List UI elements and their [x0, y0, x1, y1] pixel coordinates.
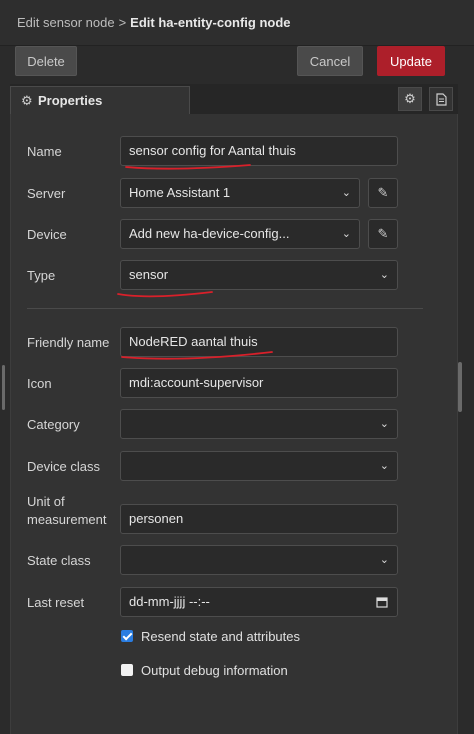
server-select[interactable]: Home Assistant 1 ⌄ [120, 178, 360, 208]
settings-tab-button[interactable]: ⚙ [398, 87, 422, 111]
type-label: Type [27, 268, 56, 283]
chevron-down-icon: ⌄ [341, 187, 351, 199]
server-label: Server [27, 186, 66, 201]
tab-properties-label: Properties [38, 93, 103, 108]
state-class-select[interactable]: ⌄ [120, 545, 398, 575]
last-reset-placeholder: dd-mm-jjjj --:-- [129, 594, 210, 609]
resend-state-checkbox[interactable] [121, 630, 133, 642]
last-reset-label: Last reset [27, 595, 85, 610]
resend-state-label: Resend state and attributes [141, 629, 300, 644]
cancel-button[interactable]: Cancel [297, 46, 363, 76]
edit-server-button[interactable]: ✎ [368, 178, 398, 208]
breadcrumb-current: Edit ha-entity-config node [130, 15, 291, 30]
friendly-name-label: Friendly name [27, 335, 110, 350]
chevron-down-icon: ⌄ [379, 269, 389, 281]
description-tab-button[interactable] [429, 87, 453, 111]
device-class-label: Device class [27, 459, 100, 474]
gear-icon: ⚙ [404, 91, 416, 106]
edit-device-button[interactable]: ✎ [368, 219, 398, 249]
name-input[interactable]: sensor config for Aantal thuis [120, 136, 398, 166]
breadcrumb-separator: > [118, 15, 127, 30]
pencil-icon: ✎ [377, 226, 389, 241]
icon-input[interactable]: mdi:account-supervisor [120, 368, 398, 398]
icon-label: Icon [27, 376, 52, 391]
section-divider [27, 308, 423, 309]
chevron-down-icon: ⌄ [379, 460, 389, 472]
left-resize-handle[interactable] [2, 365, 5, 410]
chevron-down-icon: ⌄ [341, 228, 351, 240]
unit-label-line2: measurement [27, 512, 107, 527]
delete-button[interactable]: Delete [15, 46, 77, 76]
device-label: Device [27, 227, 67, 242]
breadcrumb: Edit sensor node > Edit ha-entity-config n… [17, 15, 291, 30]
chevron-down-icon: ⌄ [379, 554, 389, 566]
breadcrumb-parent[interactable]: Edit sensor node [17, 15, 115, 30]
name-label: Name [27, 144, 62, 159]
state-class-label: State class [27, 553, 91, 568]
unit-input[interactable]: personen [120, 504, 398, 534]
gear-icon: ⚙ [21, 93, 33, 108]
document-icon [435, 93, 447, 106]
device-class-select[interactable]: ⌄ [120, 451, 398, 481]
vertical-scrollbar[interactable] [458, 362, 462, 412]
friendly-name-input[interactable]: NodeRED aantal thuis [120, 327, 398, 357]
type-select-value: sensor [129, 267, 169, 282]
output-debug-label: Output debug information [141, 663, 288, 678]
server-select-value: Home Assistant 1 [129, 185, 231, 200]
update-button[interactable]: Update [377, 46, 445, 76]
device-select[interactable]: Add new ha-device-config... ⌄ [120, 219, 360, 249]
unit-label-line1: Unit of [27, 494, 65, 509]
category-select[interactable]: ⌄ [120, 409, 398, 439]
type-select[interactable]: sensor ⌄ [120, 260, 398, 290]
device-select-value: Add new ha-device-config... [129, 226, 290, 241]
category-label: Category [27, 417, 80, 432]
output-debug-checkbox[interactable] [121, 664, 133, 676]
editor-header: Edit sensor node > Edit ha-entity-config n… [0, 0, 474, 46]
calendar-icon[interactable] [376, 596, 388, 608]
chevron-down-icon: ⌄ [379, 418, 389, 430]
last-reset-input[interactable]: dd-mm-jjjj --:-- [120, 587, 398, 617]
pencil-icon: ✎ [377, 185, 389, 200]
tab-properties[interactable]: ⚙ Properties [10, 86, 190, 115]
